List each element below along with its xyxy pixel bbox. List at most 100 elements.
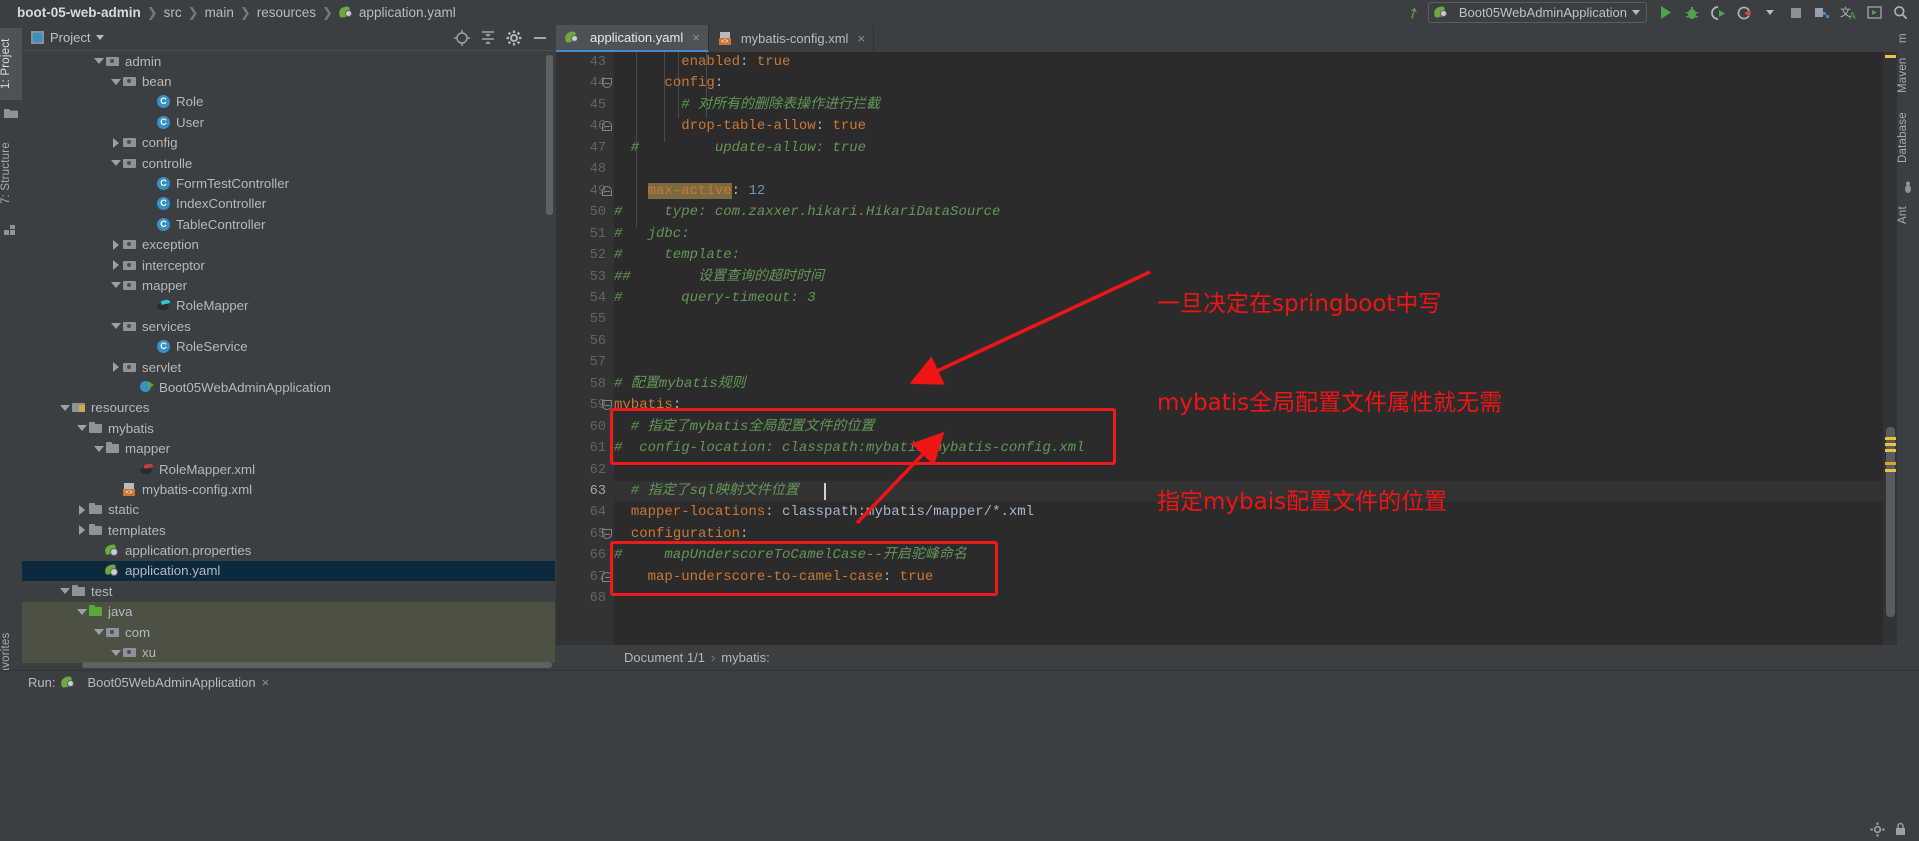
code-line[interactable]: configuration: [614,524,749,545]
line-number[interactable]: 52 [566,245,606,266]
tree-node-rolemapper-xml[interactable]: RoleMapper.xml [22,459,555,479]
chevron-right-icon[interactable] [109,133,122,153]
breadcrumb-item-resources[interactable]: resources [252,5,321,20]
tab-application-yaml[interactable]: application.yaml × [556,25,709,52]
line-number[interactable]: 61 [566,438,606,459]
line-number[interactable]: 60 [566,417,606,438]
fold-down-icon[interactable] [602,524,613,545]
editor-gutter[interactable]: 43 44 45 46 47 48 49 50 51 52 53 54 55 56 57 58 59 60 61 62… [556,52,614,649]
sidebar-item-structure[interactable]: 7: Structure [0,128,22,218]
lock-icon[interactable] [1894,822,1907,840]
locate-icon[interactable] [449,25,475,50]
warning-marker-icon[interactable] [1885,443,1896,446]
line-number[interactable]: 55 [566,309,606,330]
tree-node-resources[interactable]: resources [22,398,555,418]
stop-button[interactable] [1783,0,1809,25]
tree-node-com[interactable]: com [22,621,555,643]
line-number[interactable]: 53 [566,267,606,288]
line-number[interactable]: 63 [566,481,606,502]
right-stripe-item-ant[interactable]: Ant [1897,200,1919,230]
profiler-button[interactable] [1731,0,1757,25]
tree-node-formtestcontroller[interactable]: C FormTestController [22,173,555,193]
chevron-down-icon[interactable] [109,72,122,92]
tree-node-exception[interactable]: exception [22,235,555,255]
fold-up-icon[interactable] [602,116,613,137]
tree-node-mybatis-config-xml[interactable]: <> mybatis-config.xml [22,479,555,499]
modules-icon[interactable] [4,225,18,238]
right-stripe-item-m[interactable]: m [1897,28,1919,48]
warning-marker-icon[interactable] [1885,55,1896,58]
line-number[interactable]: 58 [566,374,606,395]
tree-node-static[interactable]: static [22,500,555,520]
fold-down-icon[interactable] [602,395,613,416]
breadcrumb-item-src[interactable]: src [159,5,187,20]
line-number[interactable]: 59 [566,395,606,416]
breadcrumb-item-project[interactable]: boot-05-web-admin [12,5,146,20]
chevron-right-icon[interactable] [109,357,122,377]
tree-node-servlet[interactable]: servlet [22,357,555,377]
tab-mybatis-config-xml[interactable]: <> mybatis-config.xml × [709,25,875,52]
warning-marker-icon[interactable] [1885,449,1896,452]
line-number[interactable]: 62 [566,460,606,481]
chevron-right-icon[interactable] [75,520,88,540]
code-line[interactable]: ## 设置查询的超时时间 [614,267,824,288]
line-number[interactable]: 57 [566,352,606,373]
run-with-coverage-button[interactable] [1705,0,1731,25]
line-number[interactable]: 43 [566,52,606,73]
breadcrumb-item-main[interactable]: main [200,5,239,20]
code-line[interactable]: mapper-locations: classpath:mybatis/mapp… [614,502,1034,523]
project-tree-vertical-scrollbar[interactable] [546,55,553,215]
right-stripe-item-maven[interactable]: Maven [1897,51,1919,99]
chevron-down-icon[interactable] [109,643,122,663]
breadcrumb-item-file[interactable]: application.yaml [334,5,461,20]
line-number[interactable]: 67 [566,567,606,588]
project-tree[interactable]: admin bean C Role C User config controlle C FormT… [22,51,555,670]
tree-node-services[interactable]: services [22,316,555,336]
folder-icon[interactable] [4,107,18,120]
line-number[interactable]: 51 [566,224,606,245]
chevron-down-icon[interactable] [109,153,122,173]
code-line[interactable]: drop-table-allow: true [614,116,866,137]
tree-node-controlle[interactable]: controlle [22,153,555,173]
tree-node-config[interactable]: config [22,133,555,153]
tree-node-templates[interactable]: templates [22,520,555,540]
chevron-down-icon[interactable] [75,602,88,622]
tree-node-application-properties[interactable]: application.properties [22,540,555,560]
tree-node-application-yaml[interactable]: application.yaml [22,560,555,582]
tree-node-test[interactable]: test [22,581,555,601]
project-tree-horizontal-scrollbar[interactable] [82,662,552,668]
tree-node-mapper[interactable]: mapper [22,438,555,458]
code-line[interactable]: map-underscore-to-camel-case: true [614,567,934,588]
tree-node-java[interactable]: java [22,601,555,622]
fold-up-icon[interactable] [602,181,613,202]
line-number[interactable]: 46 [566,116,606,137]
gear-icon[interactable] [1870,822,1885,840]
tree-node-user[interactable]: C User [22,112,555,132]
warning-marker-icon[interactable] [1885,469,1896,472]
tree-node-mapper[interactable]: mapper [22,275,555,295]
run-target-label[interactable]: Boot05WebAdminApplication [87,675,255,690]
line-number[interactable]: 65 [566,524,606,545]
line-number[interactable]: 45 [566,95,606,116]
code-line[interactable]: mybatis: [614,395,681,416]
yaml-path-label[interactable]: mybatis: [721,650,769,665]
editor-vertical-scrollbar[interactable] [1883,52,1897,649]
chevron-down-icon[interactable] [58,581,71,601]
tree-node-role[interactable]: C Role [22,92,555,112]
line-number[interactable]: 64 [566,502,606,523]
code-line[interactable]: # jdbc: [614,224,690,245]
fold-up-icon[interactable] [602,567,613,588]
chevron-down-icon[interactable] [92,622,105,642]
chevron-down-icon[interactable] [109,316,122,336]
line-number[interactable]: 68 [566,588,606,609]
right-stripe-item-database[interactable]: Database [1897,107,1919,169]
line-number[interactable]: 50 [566,202,606,223]
chevron-down-icon[interactable] [96,35,105,40]
editor-scroll-thumb[interactable] [1886,427,1895,617]
code-line[interactable]: # mapUnderscoreToCamelCase--开启驼峰命名 [614,545,967,566]
line-number[interactable]: 54 [566,288,606,309]
search-everywhere-icon[interactable] [1887,0,1913,25]
close-icon[interactable]: × [692,30,700,45]
code-line[interactable]: # query-timeout: 3 [614,288,816,309]
tree-node-rolemapper[interactable]: RoleMapper [22,296,555,316]
